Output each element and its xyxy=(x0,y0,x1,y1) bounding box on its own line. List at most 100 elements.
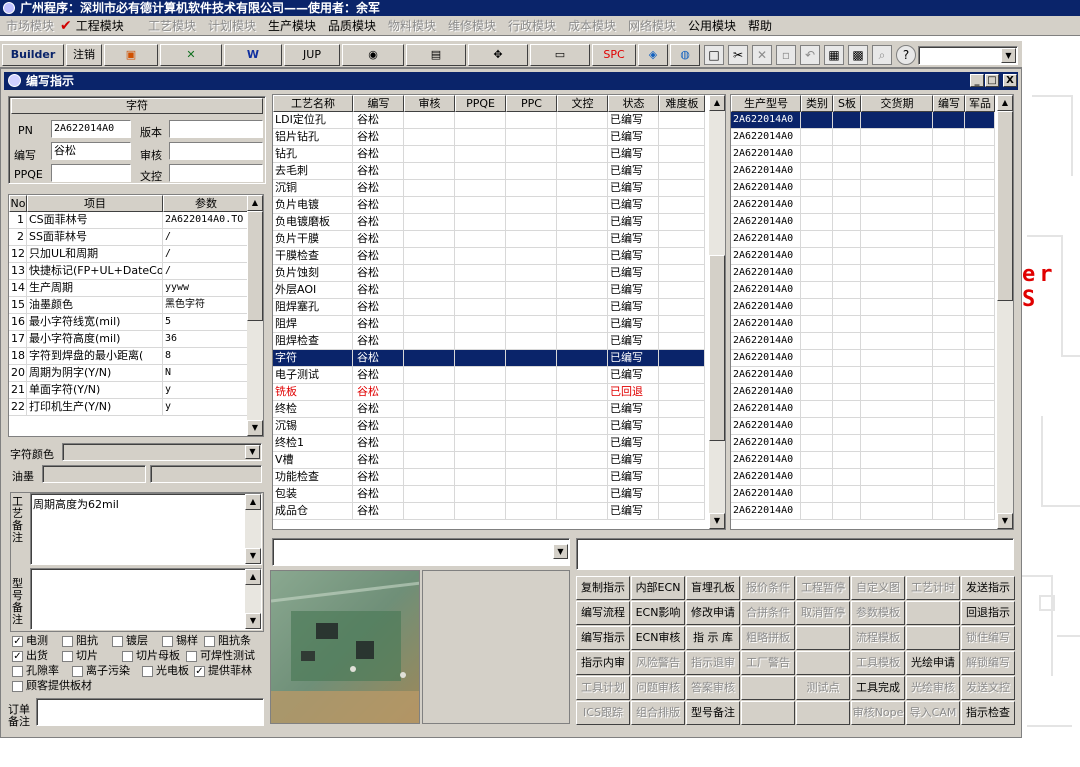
cut-icon[interactable]: ✂ xyxy=(728,45,748,65)
action-button-1-6[interactable] xyxy=(906,601,960,625)
params-header-value[interactable]: 参数 xyxy=(163,195,249,212)
maximize-button[interactable]: □ xyxy=(985,74,999,87)
action-button-4-0[interactable]: 工具计划 xyxy=(576,676,630,700)
model-header-5[interactable]: 军品 xyxy=(965,95,995,112)
order-note-field[interactable] xyxy=(36,698,264,726)
remark-field[interactable] xyxy=(576,538,1014,570)
params-row[interactable]: 12 只加UL和周期 / xyxy=(9,246,249,263)
scroll-up-icon[interactable]: ▲ xyxy=(245,569,261,585)
chevron-down-icon[interactable]: ▼ xyxy=(553,544,568,559)
scroll-up-icon[interactable]: ▲ xyxy=(709,95,725,111)
model-row[interactable]: 2A622014A0 xyxy=(731,486,995,503)
process-row[interactable]: 沉铜 谷松 已编写 xyxy=(273,180,705,197)
action-button-1-4[interactable]: 取消暂停 xyxy=(796,601,850,625)
model-row[interactable]: 2A622014A0 xyxy=(731,112,995,129)
action-button-3-2[interactable]: 指示退审 xyxy=(686,651,740,675)
checkbox-unchecked-icon[interactable] xyxy=(204,635,215,647)
model-row[interactable]: 2A622014A0 xyxy=(731,418,995,435)
params-scrollbar[interactable]: ▲ ▼ xyxy=(247,195,263,436)
process-row[interactable]: 阻焊检查 谷松 已编写 xyxy=(273,333,705,350)
network-button[interactable]: ✥ xyxy=(468,44,528,66)
checkbox-unchecked-icon[interactable] xyxy=(12,680,23,692)
action-button-5-6[interactable]: 导入CAM xyxy=(906,701,960,725)
action-button-4-7[interactable]: 发送文控 xyxy=(961,676,1015,700)
monitor-button[interactable]: ▭ xyxy=(530,44,590,66)
params-row[interactable]: 18 字符到焊盘的最小距离(8 xyxy=(9,348,249,365)
checkbox-2[interactable]: 镀层 xyxy=(112,634,148,648)
model-row[interactable]: 2A622014A0 xyxy=(731,163,995,180)
char-color-combo[interactable]: ▼ xyxy=(62,443,262,461)
excel-button[interactable]: ✕ xyxy=(160,44,222,66)
action-button-2-0[interactable]: 编写指示 xyxy=(576,626,630,650)
action-button-0-5[interactable]: 自定义图 xyxy=(851,576,905,600)
process-row[interactable]: 负片电镀 谷松 已编写 xyxy=(273,197,705,214)
process-row[interactable]: 电子测试 谷松 已编写 xyxy=(273,367,705,384)
process-note-field[interactable]: 周期高度为62mil ▲ ▼ xyxy=(30,493,262,565)
checkbox-6[interactable]: 切片 xyxy=(62,649,98,663)
writer-field[interactable]: 谷松 xyxy=(51,142,131,160)
checkbox-unchecked-icon[interactable] xyxy=(112,635,123,647)
checkbox-unchecked-icon[interactable] xyxy=(142,665,153,677)
menu-item-7[interactable]: 维修模块 xyxy=(448,18,496,34)
model-row[interactable]: 2A622014A0 xyxy=(731,231,995,248)
delete-icon[interactable]: ✕ xyxy=(752,45,772,65)
process-header-6[interactable]: 状态 xyxy=(608,95,659,112)
checkbox-5[interactable]: ✓ 出货 xyxy=(12,649,48,663)
menu-item-11[interactable]: 公用模块 xyxy=(688,18,736,34)
chevron-down-icon[interactable]: ▼ xyxy=(1001,48,1016,63)
model-header-0[interactable]: 生产型号 xyxy=(731,95,801,112)
action-button-5-5[interactable]: 审核Nope xyxy=(851,701,905,725)
preview-icon[interactable]: ▦ xyxy=(824,45,844,65)
checkbox-3[interactable]: 锡样 xyxy=(162,634,198,648)
process-row[interactable]: 功能检查 谷松 已编写 xyxy=(273,469,705,486)
action-button-1-3[interactable]: 合拼条件 xyxy=(741,601,795,625)
model-row[interactable]: 2A622014A0 xyxy=(731,503,995,520)
params-row[interactable]: 17 最小字符高度(mil) 36 xyxy=(9,331,249,348)
action-button-3-7[interactable]: 解锁编写 xyxy=(961,651,1015,675)
action-button-1-2[interactable]: 修改申请 xyxy=(686,601,740,625)
model-row[interactable]: 2A622014A0 xyxy=(731,316,995,333)
checkbox-7[interactable]: 切片母板 xyxy=(122,649,180,663)
model-row[interactable]: 2A622014A0 xyxy=(731,367,995,384)
model-row[interactable]: 2A622014A0 xyxy=(731,401,995,418)
action-button-0-6[interactable]: 工艺计时 xyxy=(906,576,960,600)
action-button-0-0[interactable]: 复制指示 xyxy=(576,576,630,600)
menu-item-12[interactable]: 帮助 xyxy=(748,18,772,34)
ink-field-2[interactable] xyxy=(150,465,262,483)
filter-combo[interactable]: ▼ xyxy=(272,538,570,566)
checkbox-unchecked-icon[interactable] xyxy=(162,635,173,647)
model-row[interactable]: 2A622014A0 xyxy=(731,265,995,282)
process-row[interactable]: LDI定位孔 谷松 已编写 xyxy=(273,112,705,129)
process-header-3[interactable]: PPQE xyxy=(455,95,506,112)
action-button-0-1[interactable]: 内部ECN xyxy=(631,576,685,600)
menu-item-2[interactable]: 工艺模块 xyxy=(148,18,196,34)
process-row[interactable]: 终检1 谷松 已编写 xyxy=(273,435,705,452)
checkbox-unchecked-icon[interactable] xyxy=(62,635,73,647)
action-button-5-2[interactable]: 型号备注 xyxy=(686,701,740,725)
scroll-up-icon[interactable]: ▲ xyxy=(245,494,261,510)
jup-button[interactable]: JUP xyxy=(284,44,340,66)
process-row[interactable]: 负片干膜 谷松 已编写 xyxy=(273,231,705,248)
model-row[interactable]: 2A622014A0 xyxy=(731,180,995,197)
action-button-4-2[interactable]: 答案审核 xyxy=(686,676,740,700)
globe-button[interactable]: ◍ xyxy=(670,44,700,66)
process-row[interactable]: 沉锡 谷松 已编写 xyxy=(273,418,705,435)
process-header-7[interactable]: 难度板 xyxy=(659,95,705,112)
action-button-4-1[interactable]: 问题审核 xyxy=(631,676,685,700)
action-button-5-0[interactable]: ICS跟踪 xyxy=(576,701,630,725)
checkbox-8[interactable]: 可焊性测试 xyxy=(186,649,255,663)
action-button-2-1[interactable]: ECN审核 xyxy=(631,626,685,650)
scroll-thumb[interactable] xyxy=(247,211,263,321)
model-note-scrollbar[interactable]: ▲ ▼ xyxy=(245,569,261,629)
params-row[interactable]: 22 打印机生产(Y/N) y xyxy=(9,399,249,416)
model-row[interactable]: 2A622014A0 xyxy=(731,248,995,265)
print-icon[interactable]: ▩ xyxy=(848,45,868,65)
process-header-0[interactable]: 工艺名称 xyxy=(273,95,353,112)
action-button-1-0[interactable]: 编写流程 xyxy=(576,601,630,625)
checkbox-1[interactable]: 阻抗 xyxy=(62,634,98,648)
checkbox-9[interactable]: 孔隙率 xyxy=(12,664,59,678)
action-button-4-3[interactable] xyxy=(741,676,795,700)
toolbar-combo[interactable]: ▼ xyxy=(918,46,1018,65)
action-button-3-6[interactable]: 光绘申请 xyxy=(906,651,960,675)
process-row[interactable]: 终检 谷松 已编写 xyxy=(273,401,705,418)
